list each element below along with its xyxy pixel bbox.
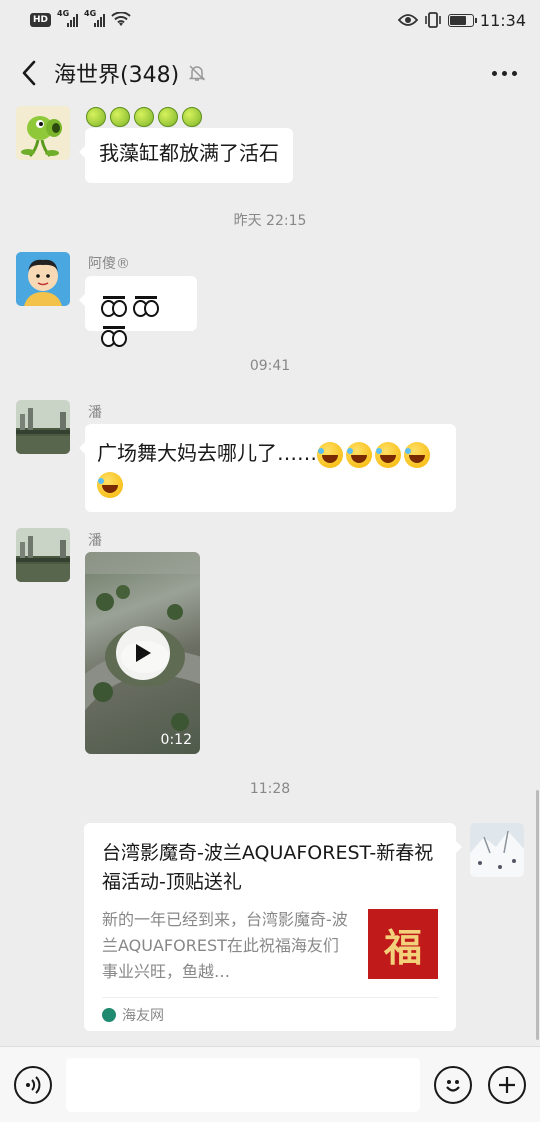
sender-name: 阿傻® — [88, 256, 130, 272]
more-dots-icon — [491, 70, 497, 76]
avatar[interactable] — [16, 252, 70, 306]
scrollbar[interactable] — [536, 790, 539, 1040]
emoji-row — [86, 106, 206, 128]
message-input[interactable] — [66, 1057, 420, 1112]
plus-icon — [499, 1076, 515, 1093]
tennis-ball-icon — [134, 106, 154, 127]
link-card-body: 新的一年已经到来，台湾影魔奇-波兰AQUAFOREST在此祝福海友们事业兴旺，鱼… — [102, 907, 438, 985]
message-text: 我藻缸都放满了活石 — [99, 141, 279, 165]
link-card-description: 新的一年已经到来，台湾影魔奇-波兰AQUAFOREST在此祝福海友们事业兴旺，鱼… — [102, 910, 348, 981]
chat-header: 海世界(348) — [0, 40, 540, 106]
video-message[interactable]: 0:12 — [85, 552, 200, 754]
laugh-cry-icon — [346, 441, 372, 468]
laugh-cry-icon — [375, 441, 401, 468]
voice-icon — [26, 1075, 41, 1094]
emoji-button[interactable] — [434, 1065, 472, 1104]
emoji-icon — [446, 1079, 460, 1092]
wide-eyes-icon — [101, 325, 127, 348]
laugh-cry-icon — [97, 471, 123, 498]
input-actions — [434, 1065, 526, 1104]
sender-name: 潘 — [88, 405, 102, 421]
voice-button[interactable] — [14, 1065, 52, 1104]
my-avatar[interactable] — [470, 823, 524, 877]
link-card[interactable]: 台湾影魔奇-波兰AQUAFOREST-新春祝福活动-顶贴送礼 新的一年已经到来，… — [84, 823, 462, 1031]
timestamp: 昨天 22:15 — [233, 213, 307, 229]
signal-icon: 4G — [57, 9, 79, 27]
message-list[interactable]: 我藻缸都放满了活石 昨天 22:15 阿傻® 09:41 潘 广场舞大妈去哪儿了… — [0, 106, 540, 1046]
laugh-cry-icon — [317, 441, 343, 468]
eye-icon — [397, 14, 418, 26]
status-right: 11:34 — [397, 10, 526, 30]
hd-badge: HD — [30, 13, 52, 27]
signal-icon: 4G — [84, 9, 106, 27]
tennis-ball-icon — [86, 106, 106, 127]
wide-eyes-icon — [133, 295, 159, 318]
timestamp: 09:41 — [249, 358, 291, 374]
message-bubble[interactable]: 广场舞大妈去哪儿了…… — [79, 424, 456, 512]
thumbnail-text: 福 — [383, 924, 422, 970]
avatar[interactable] — [16, 400, 70, 454]
link-card-title: 台湾影魔奇-波兰AQUAFOREST-新春祝福活动-顶贴送礼 — [102, 842, 434, 893]
tennis-ball-icon — [110, 106, 130, 127]
play-button[interactable] — [116, 626, 170, 680]
status-bar: HD 4G 4G 11:34 — [0, 0, 540, 40]
laugh-cry-icon — [404, 441, 430, 468]
play-icon — [136, 644, 151, 662]
message-text: 广场舞大妈去哪儿了…… — [97, 441, 317, 465]
bell-muted-icon — [187, 63, 207, 83]
tennis-ball-icon — [182, 106, 202, 127]
chat-title: 海世界(348) — [54, 63, 180, 88]
video-duration: 0:12 — [160, 732, 192, 748]
plus-button[interactable] — [488, 1065, 526, 1104]
chevron-left-icon — [22, 60, 36, 86]
message-bubble[interactable] — [79, 276, 197, 347]
wide-eyes-icon — [101, 295, 127, 318]
more-options-button[interactable] — [484, 53, 524, 93]
status-time: 11:34 — [479, 10, 526, 30]
input-bar — [0, 1046, 540, 1122]
tennis-ball-icon — [158, 106, 178, 127]
battery-icon — [447, 13, 477, 27]
message-bubble[interactable]: 我藻缸都放满了活石 — [79, 128, 293, 183]
link-card-source-name: 海友网 — [122, 1007, 164, 1024]
link-card-source: 海友网 — [102, 997, 438, 1031]
link-card-thumbnail: 福 — [368, 909, 438, 979]
avatar[interactable] — [16, 528, 70, 582]
sender-name: 潘 — [88, 533, 102, 549]
wifi-icon — [111, 12, 131, 26]
back-button[interactable] — [16, 53, 42, 93]
battery-fill — [449, 15, 467, 25]
avatar[interactable] — [16, 106, 70, 160]
vibrate-icon — [425, 12, 441, 28]
source-logo-icon — [102, 1007, 116, 1022]
status-left: HD 4G 4G — [30, 9, 131, 28]
timestamp: 11:28 — [249, 781, 291, 797]
